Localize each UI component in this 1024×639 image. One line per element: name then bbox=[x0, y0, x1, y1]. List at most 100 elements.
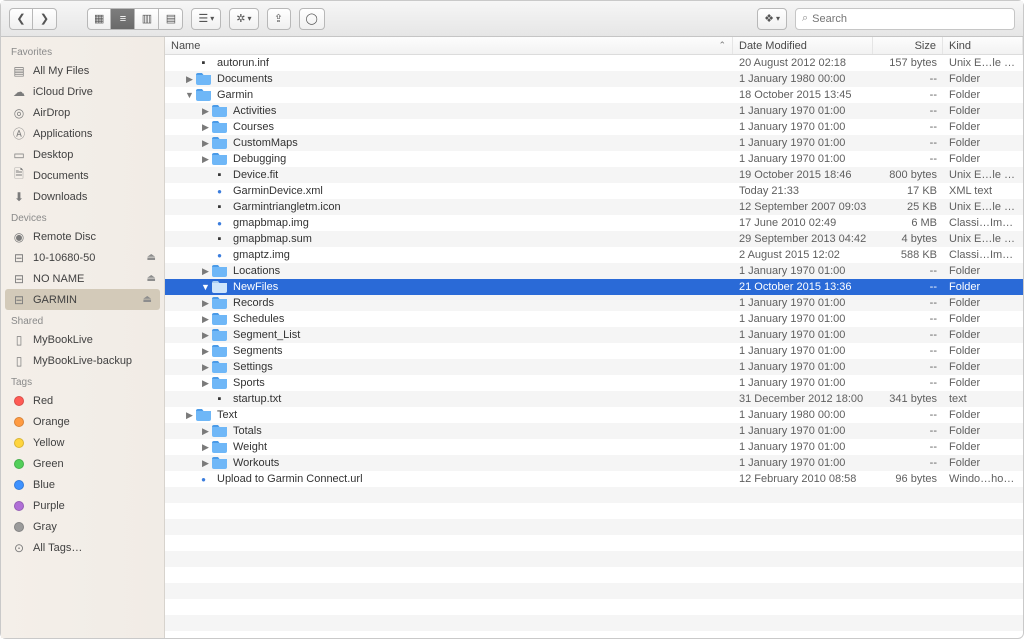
cell-date: 1 January 1980 00:00 bbox=[733, 409, 873, 421]
cell-size: 6 MB bbox=[873, 217, 943, 229]
column-date[interactable]: Date Modified bbox=[733, 37, 873, 54]
sidebar-item-desktop[interactable]: ▭Desktop bbox=[1, 144, 164, 165]
table-row[interactable]: ●GarminDevice.xmlToday 21:3317 KBXML tex… bbox=[165, 183, 1023, 199]
disclosure-triangle-icon[interactable]: ▶ bbox=[185, 410, 194, 421]
sidebar-item-downloads[interactable]: ⬇Downloads bbox=[1, 186, 164, 207]
disclosure-triangle-icon[interactable]: ▶ bbox=[201, 330, 210, 341]
table-row[interactable]: ▶CustomMaps1 January 1970 01:00--Folder bbox=[165, 135, 1023, 151]
table-row[interactable]: ▪Garmintriangletm.icon12 September 2007 … bbox=[165, 199, 1023, 215]
forward-button[interactable]: ❯ bbox=[33, 8, 57, 30]
cell-kind: Folder bbox=[943, 441, 1023, 453]
disclosure-triangle-icon[interactable]: ▶ bbox=[201, 458, 210, 469]
cell-date: 20 August 2012 02:18 bbox=[733, 57, 873, 69]
disclosure-triangle-icon[interactable]: ▶ bbox=[201, 138, 210, 149]
disclosure-triangle-icon[interactable]: ▶ bbox=[201, 106, 210, 117]
disclosure-triangle-icon[interactable]: ▶ bbox=[201, 266, 210, 277]
table-row[interactable]: ▶Documents1 January 1980 00:00--Folder bbox=[165, 71, 1023, 87]
table-row[interactable]: ▪autorun.inf20 August 2012 02:18157 byte… bbox=[165, 55, 1023, 71]
eject-icon[interactable]: ⏏ bbox=[147, 273, 156, 284]
table-row[interactable]: ▶Segment_List1 January 1970 01:00--Folde… bbox=[165, 327, 1023, 343]
disclosure-triangle-icon[interactable]: ▶ bbox=[201, 314, 210, 325]
table-row[interactable]: ▶Weight1 January 1970 01:00--Folder bbox=[165, 439, 1023, 455]
column-size[interactable]: Size bbox=[873, 37, 943, 54]
table-row[interactable]: ▼Garmin18 October 2015 13:45--Folder bbox=[165, 87, 1023, 103]
sidebar-item-tag-purple[interactable]: Purple bbox=[1, 495, 164, 516]
file-name: Upload to Garmin Connect.url bbox=[217, 473, 363, 485]
eject-icon[interactable]: ⏏ bbox=[143, 294, 152, 305]
file-name: Records bbox=[233, 297, 274, 309]
sidebar-item-tag-orange[interactable]: Orange bbox=[1, 411, 164, 432]
search-input[interactable] bbox=[812, 13, 1008, 25]
table-row[interactable]: ▶Segments1 January 1970 01:00--Folder bbox=[165, 343, 1023, 359]
disclosure-triangle-icon[interactable]: ▶ bbox=[185, 74, 194, 85]
eject-icon[interactable]: ⏏ bbox=[147, 252, 156, 263]
table-row[interactable]: ▼NewFiles21 October 2015 13:36--Folder bbox=[165, 279, 1023, 295]
column-name[interactable]: Name⌃ bbox=[165, 37, 733, 54]
cell-name: ▶Segment_List bbox=[165, 329, 733, 342]
disclosure-triangle-icon[interactable]: ▼ bbox=[185, 90, 194, 100]
table-row[interactable]: ▪startup.txt31 December 2012 18:00341 by… bbox=[165, 391, 1023, 407]
sidebar-item-mybooklive-backup[interactable]: ▯MyBookLive-backup bbox=[1, 350, 164, 371]
sidebar-item-airdrop[interactable]: ◎AirDrop bbox=[1, 102, 164, 123]
disclosure-triangle-icon[interactable]: ▶ bbox=[201, 346, 210, 357]
table-row[interactable]: ▶Records1 January 1970 01:00--Folder bbox=[165, 295, 1023, 311]
disclosure-triangle-icon[interactable]: ▶ bbox=[201, 122, 210, 133]
sidebar-item-tag-gray[interactable]: Gray bbox=[1, 516, 164, 537]
disclosure-triangle-icon[interactable]: ▶ bbox=[201, 426, 210, 437]
view-list-button[interactable]: ≡ bbox=[111, 8, 135, 30]
empty-row bbox=[165, 503, 1023, 519]
back-button[interactable]: ❮ bbox=[9, 8, 33, 30]
sidebar-item-icloud-drive[interactable]: ☁iCloud Drive bbox=[1, 81, 164, 102]
table-row[interactable]: ▶Totals1 January 1970 01:00--Folder bbox=[165, 423, 1023, 439]
sidebar-item-remote-disc[interactable]: ◉Remote Disc bbox=[1, 226, 164, 247]
tags-button[interactable]: ◯ bbox=[299, 8, 325, 30]
sidebar-item-garmin[interactable]: ⊟GARMIN⏏ bbox=[5, 289, 160, 310]
table-row[interactable]: ▶Schedules1 January 1970 01:00--Folder bbox=[165, 311, 1023, 327]
table-row[interactable]: ▶Workouts1 January 1970 01:00--Folder bbox=[165, 455, 1023, 471]
table-row[interactable]: ▶Activities1 January 1970 01:00--Folder bbox=[165, 103, 1023, 119]
table-row[interactable]: ●Upload to Garmin Connect.url12 February… bbox=[165, 471, 1023, 487]
disclosure-triangle-icon[interactable]: ▶ bbox=[201, 298, 210, 309]
tag-icon bbox=[11, 498, 27, 514]
disclosure-triangle-icon[interactable]: ▼ bbox=[201, 282, 210, 292]
sidebar-item-documents[interactable]: 🗎Documents bbox=[1, 165, 164, 186]
table-row[interactable]: ▶Courses1 January 1970 01:00--Folder bbox=[165, 119, 1023, 135]
sidebar-item-no-name[interactable]: ⊟NO NAME⏏ bbox=[1, 268, 164, 289]
sidebar-item-tag-green[interactable]: Green bbox=[1, 453, 164, 474]
disclosure-triangle-icon[interactable]: ▶ bbox=[201, 378, 210, 389]
table-row[interactable]: ▶Locations1 January 1970 01:00--Folder bbox=[165, 263, 1023, 279]
sidebar-item-all-my-files[interactable]: ▤All My Files bbox=[1, 60, 164, 81]
table-row[interactable]: ●gmaptz.img2 August 2015 12:02588 KBClas… bbox=[165, 247, 1023, 263]
share-button[interactable]: ⇪ bbox=[267, 8, 291, 30]
cell-kind: Folder bbox=[943, 313, 1023, 325]
cell-size: -- bbox=[873, 377, 943, 389]
cell-size: 96 bytes bbox=[873, 473, 943, 485]
view-coverflow-button[interactable]: ▤ bbox=[159, 8, 183, 30]
sidebar-item-tag-yellow[interactable]: Yellow bbox=[1, 432, 164, 453]
arrange-button[interactable]: ☰▾ bbox=[191, 8, 221, 30]
view-column-button[interactable]: ▥ bbox=[135, 8, 159, 30]
sidebar-item-tag-red[interactable]: Red bbox=[1, 390, 164, 411]
action-button[interactable]: ✲▾ bbox=[229, 8, 258, 30]
table-row[interactable]: ▪gmapbmap.sum29 September 2013 04:424 by… bbox=[165, 231, 1023, 247]
table-row[interactable]: ▶Settings1 January 1970 01:00--Folder bbox=[165, 359, 1023, 375]
view-switcher: ▦ ≡ ▥ ▤ bbox=[87, 8, 183, 30]
table-row[interactable]: ▪Device.fit19 October 2015 18:46800 byte… bbox=[165, 167, 1023, 183]
sidebar-item-tag-blue[interactable]: Blue bbox=[1, 474, 164, 495]
folder-icon bbox=[212, 153, 227, 166]
column-kind[interactable]: Kind bbox=[943, 37, 1023, 54]
table-row[interactable]: ▶Sports1 January 1970 01:00--Folder bbox=[165, 375, 1023, 391]
sidebar-item-applications[interactable]: ⒶApplications bbox=[1, 123, 164, 144]
disclosure-triangle-icon[interactable]: ▶ bbox=[201, 442, 210, 453]
view-icon-button[interactable]: ▦ bbox=[87, 8, 111, 30]
disclosure-triangle-icon[interactable]: ▶ bbox=[201, 154, 210, 165]
table-row[interactable]: ▶Text1 January 1980 00:00--Folder bbox=[165, 407, 1023, 423]
table-row[interactable]: ●gmapbmap.img17 June 2010 02:496 MBClass… bbox=[165, 215, 1023, 231]
disclosure-triangle-icon[interactable]: ▶ bbox=[201, 362, 210, 373]
table-row[interactable]: ▶Debugging1 January 1970 01:00--Folder bbox=[165, 151, 1023, 167]
sidebar-item-all-tags[interactable]: ⊙All Tags… bbox=[1, 537, 164, 558]
dropbox-button[interactable]: ❖▾ bbox=[757, 8, 787, 30]
sidebar-item-mybooklive[interactable]: ▯MyBookLive bbox=[1, 329, 164, 350]
sidebar-item-10-10680-50[interactable]: ⊟10-10680-50⏏ bbox=[1, 247, 164, 268]
search-field[interactable]: ⌕ bbox=[795, 8, 1015, 30]
